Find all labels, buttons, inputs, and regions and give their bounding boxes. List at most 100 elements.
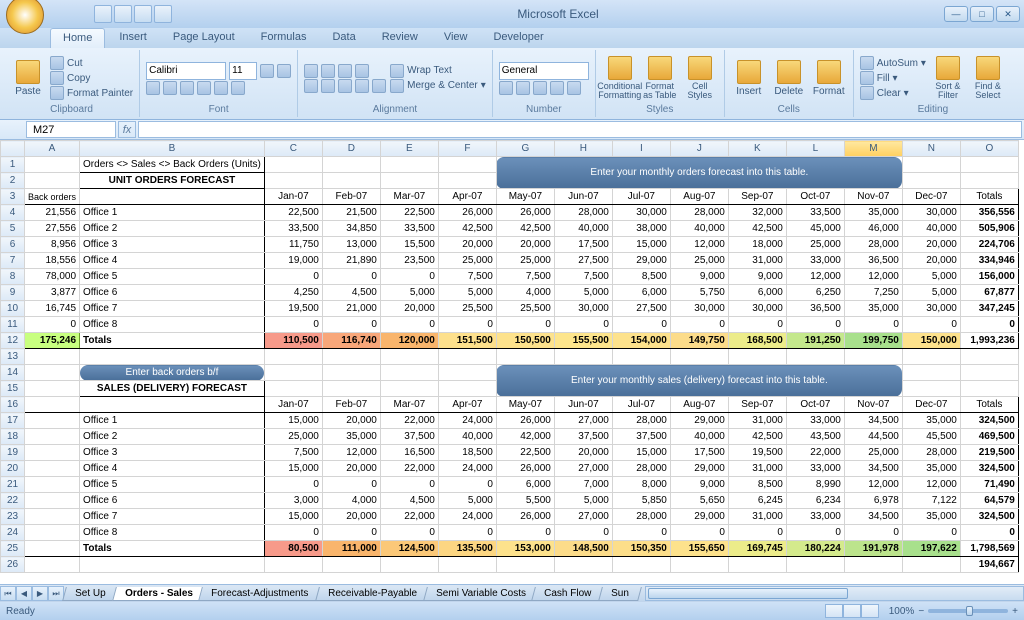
cell[interactable]: 12,000 — [844, 269, 902, 285]
cell[interactable]: 35,000 — [902, 461, 960, 477]
cell[interactable]: 13,000 — [322, 237, 380, 253]
cell[interactable]: 194,667 — [960, 557, 1018, 573]
cell[interactable] — [264, 157, 322, 173]
cell[interactable]: 4,500 — [380, 493, 438, 509]
cell[interactable]: Sep-07 — [728, 397, 786, 413]
align-middle-icon[interactable] — [321, 64, 335, 78]
cell[interactable]: Office 6 — [80, 493, 265, 509]
cell[interactable]: 30,000 — [670, 301, 728, 317]
cell-styles-button[interactable]: Cell Styles — [682, 53, 718, 103]
grow-font-icon[interactable] — [260, 64, 274, 78]
font-color-icon[interactable] — [231, 81, 245, 95]
cell[interactable]: 154,000 — [612, 333, 670, 349]
cell[interactable]: 17,500 — [554, 237, 612, 253]
cell[interactable]: 5,000 — [438, 285, 496, 301]
cell[interactable]: 9,000 — [670, 477, 728, 493]
sheet-tab[interactable]: Set Up — [62, 587, 118, 601]
cell[interactable]: 334,946 — [960, 253, 1018, 269]
cell[interactable]: 12,000 — [844, 477, 902, 493]
cell[interactable]: 35,000 — [322, 429, 380, 445]
tab-nav-next[interactable]: ▶ — [32, 586, 48, 601]
cell[interactable] — [25, 541, 80, 557]
cell[interactable] — [25, 429, 80, 445]
cell[interactable]: 0 — [612, 525, 670, 541]
view-normal-icon[interactable] — [825, 604, 843, 618]
cell[interactable]: Jun-07 — [554, 189, 612, 205]
cell[interactable] — [612, 349, 670, 365]
cell[interactable]: 0 — [844, 317, 902, 333]
cell[interactable]: 11,750 — [264, 237, 322, 253]
cell[interactable] — [902, 157, 960, 173]
cell[interactable] — [438, 173, 496, 189]
cell[interactable]: 27,000 — [554, 509, 612, 525]
cell[interactable]: 197,622 — [902, 541, 960, 557]
cell[interactable] — [264, 557, 322, 573]
sheet-tab[interactable]: Cash Flow — [532, 587, 605, 601]
cell[interactable]: 78,000 — [25, 269, 80, 285]
cell[interactable]: 25,000 — [496, 253, 554, 269]
row-header[interactable]: 2 — [1, 173, 25, 189]
cell[interactable]: 33,000 — [786, 509, 844, 525]
cell[interactable]: 9,000 — [670, 269, 728, 285]
comma-icon[interactable] — [533, 81, 547, 95]
cell[interactable]: 27,500 — [612, 301, 670, 317]
cell[interactable]: 37,500 — [554, 429, 612, 445]
cell[interactable]: 5,000 — [554, 493, 612, 509]
cell[interactable]: 149,750 — [670, 333, 728, 349]
spreadsheet-grid[interactable]: ABCDEFGHIJKLMNO1Orders <> Sales <> Back … — [0, 140, 1024, 584]
cell[interactable]: 27,000 — [554, 461, 612, 477]
zoom-in-button[interactable]: + — [1012, 606, 1018, 617]
format-cells-button[interactable]: Format — [811, 53, 847, 103]
cell[interactable] — [786, 557, 844, 573]
cell[interactable]: 324,500 — [960, 413, 1018, 429]
cell[interactable]: 111,000 — [322, 541, 380, 557]
orientation-icon[interactable] — [355, 64, 369, 78]
cell[interactable]: 22,500 — [380, 205, 438, 221]
ribbon-tab-view[interactable]: View — [432, 28, 480, 48]
cell[interactable]: 120,000 — [380, 333, 438, 349]
cell[interactable]: Dec-07 — [902, 189, 960, 205]
cell[interactable] — [960, 365, 1018, 381]
cell[interactable] — [264, 365, 322, 381]
cell[interactable]: 20,000 — [322, 461, 380, 477]
cell[interactable]: 7,250 — [844, 285, 902, 301]
cell[interactable]: 25,000 — [670, 253, 728, 269]
column-header[interactable]: F — [438, 141, 496, 157]
format-table-button[interactable]: Format as Table — [642, 53, 678, 103]
bold-icon[interactable] — [146, 81, 160, 95]
qat-dropdown-icon[interactable] — [154, 5, 172, 23]
cell[interactable]: 21,000 — [322, 301, 380, 317]
row-header[interactable]: 9 — [1, 285, 25, 301]
cell[interactable]: 30,000 — [902, 301, 960, 317]
cell[interactable]: 18,000 — [728, 237, 786, 253]
indent-dec-icon[interactable] — [355, 79, 369, 93]
cell[interactable]: 0 — [960, 317, 1018, 333]
cell[interactable]: 31,000 — [728, 413, 786, 429]
cell[interactable]: 18,500 — [438, 445, 496, 461]
cell[interactable]: Aug-07 — [670, 189, 728, 205]
cell[interactable]: 5,750 — [670, 285, 728, 301]
cell[interactable]: 5,500 — [496, 493, 554, 509]
cell[interactable]: 42,500 — [728, 429, 786, 445]
row-header[interactable]: 24 — [1, 525, 25, 541]
cell[interactable]: 42,500 — [496, 221, 554, 237]
cell[interactable]: Office 7 — [80, 509, 265, 525]
cell[interactable]: 71,490 — [960, 477, 1018, 493]
cell[interactable] — [960, 173, 1018, 189]
cell[interactable]: 35,000 — [844, 205, 902, 221]
cell[interactable]: 31,000 — [728, 461, 786, 477]
cell[interactable]: 0 — [728, 525, 786, 541]
cell[interactable] — [380, 557, 438, 573]
find-select-button[interactable]: Find & Select — [970, 53, 1006, 103]
cell[interactable] — [612, 557, 670, 573]
row-header[interactable]: 3 — [1, 189, 25, 205]
cell[interactable] — [264, 349, 322, 365]
cell[interactable]: 15,000 — [612, 237, 670, 253]
cell[interactable] — [960, 381, 1018, 397]
cell[interactable]: 12,000 — [902, 477, 960, 493]
cell[interactable]: 33,000 — [786, 253, 844, 269]
format-painter-button[interactable]: Format Painter — [50, 86, 133, 100]
row-header[interactable]: 26 — [1, 557, 25, 573]
merge-center-button[interactable]: Merge & Center ▾ — [390, 79, 486, 93]
cell[interactable]: Totals — [960, 397, 1018, 413]
